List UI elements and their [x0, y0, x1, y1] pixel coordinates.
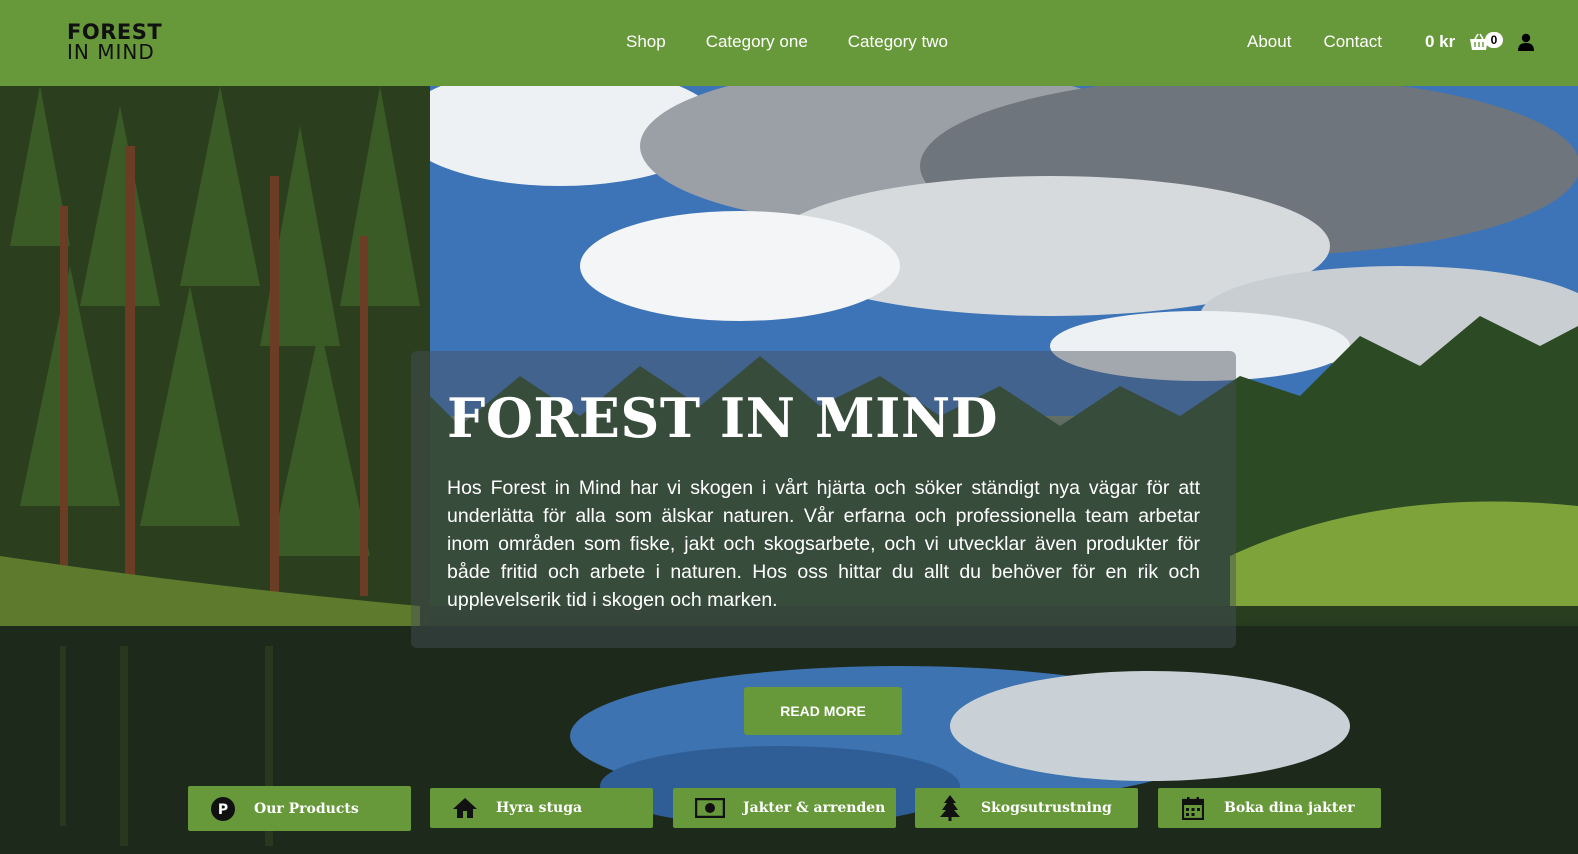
category-our-products[interactable]: P Our Products — [188, 786, 411, 831]
calendar-icon — [1180, 795, 1206, 821]
nav-shop[interactable]: Shop — [626, 32, 666, 52]
category-jakter-arrenden[interactable]: Jakter & arrenden — [673, 788, 896, 828]
category-label: Hyra stuga — [496, 800, 583, 816]
category-skogsutrustning[interactable]: Skogsutrustning — [915, 788, 1138, 828]
main-nav: Shop Category one Category two — [626, 32, 948, 52]
cart-total[interactable]: 0 kr — [1425, 32, 1455, 52]
logo-line-1: FOREST — [67, 20, 163, 44]
hero-description: Hos Forest in Mind har vi skogen i vårt … — [447, 477, 1200, 611]
site-header: FOREST IN MIND Shop Category one Categor… — [0, 0, 1578, 86]
nav-about[interactable]: About — [1247, 32, 1291, 52]
product-p-icon: P — [210, 796, 236, 822]
hero-title: FOREST IN MIND — [447, 386, 999, 450]
user-icon[interactable] — [1517, 33, 1535, 51]
category-hyra-stuga[interactable]: Hyra stuga — [430, 788, 653, 828]
category-boka-dina-jakter[interactable]: Boka dina jakter — [1158, 788, 1381, 828]
secondary-nav: About Contact — [1247, 32, 1382, 52]
nav-contact[interactable]: Contact — [1323, 32, 1382, 52]
read-more-button[interactable]: READ MORE — [744, 687, 902, 735]
logo-line-2: IN MIND — [67, 40, 155, 64]
category-label: Our Products — [254, 800, 359, 817]
tree-icon — [937, 795, 963, 821]
house-icon — [452, 795, 478, 821]
cart-count-badge: 0 — [1485, 32, 1503, 48]
nav-category-two[interactable]: Category two — [848, 32, 948, 52]
nav-category-one[interactable]: Category one — [706, 32, 808, 52]
category-label: Boka dina jakter — [1224, 800, 1355, 816]
money-icon — [695, 795, 725, 821]
category-label: Skogsutrustning — [981, 800, 1112, 816]
svg-text:P: P — [218, 802, 228, 818]
hero-section: FOREST IN MIND Hos Forest in Mind har vi… — [0, 86, 1578, 854]
logo[interactable]: FOREST IN MIND — [67, 20, 163, 64]
category-label: Jakter & arrenden — [743, 800, 886, 816]
